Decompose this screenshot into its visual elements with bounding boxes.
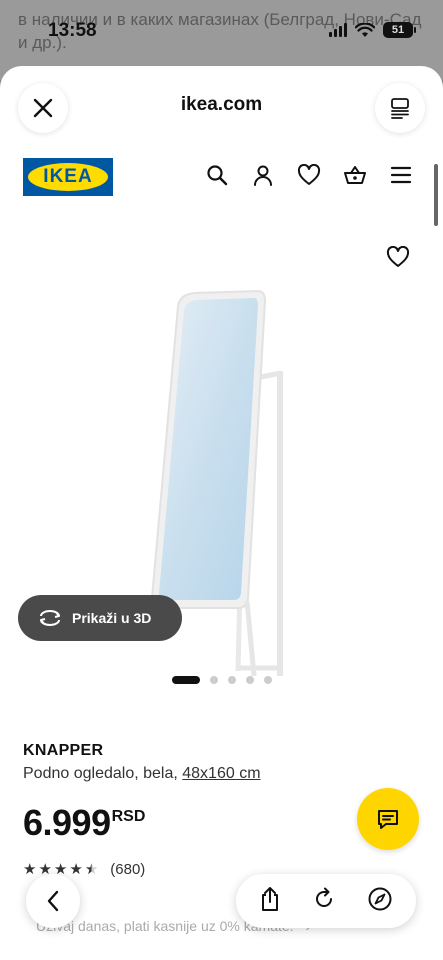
hamburger-menu-icon	[390, 166, 412, 184]
price-currency: RSD	[111, 808, 146, 825]
heart-icon	[386, 245, 410, 267]
view-3d-label: Prikaži u 3D	[72, 610, 152, 626]
star-icon: ★	[23, 861, 37, 878]
status-bar: 13:58 51	[0, 0, 443, 44]
nav-icons	[205, 163, 413, 187]
sheet-header: ikea.com	[0, 66, 443, 150]
shopping-basket-icon	[344, 166, 366, 184]
status-time: 13:58	[48, 20, 97, 41]
chat-button[interactable]	[357, 788, 419, 850]
gallery-pagination	[0, 676, 443, 684]
cellular-signal-icon	[329, 23, 347, 37]
gallery-dot[interactable]	[209, 676, 218, 684]
product-description: Podno ogledalo, bela, 48x160 cm	[23, 765, 261, 783]
logo-oval: IKEA	[28, 163, 108, 191]
chat-icon	[378, 810, 398, 829]
view-3d-button[interactable]: Prikaži u 3D	[18, 595, 182, 641]
reload-button[interactable]	[312, 887, 336, 916]
wifi-icon	[355, 22, 375, 37]
product-image-gallery[interactable]: Prikaži u 3D	[0, 216, 443, 676]
share-icon	[262, 886, 279, 911]
reader-icon	[391, 98, 409, 119]
product-type: Podno ogledalo, bela,	[23, 765, 178, 782]
chevron-left-icon	[47, 890, 59, 912]
share-button[interactable]	[259, 886, 281, 917]
half-star-icon: ★	[84, 861, 99, 878]
review-count: (680)	[110, 860, 146, 878]
compass-button[interactable]	[367, 886, 393, 917]
search-button[interactable]	[205, 163, 229, 187]
site-navbar: IKEA	[0, 154, 443, 202]
browser-sheet: ikea.com IKEA Prikaži u 3D KNAPPER Podno…	[0, 66, 443, 960]
menu-button[interactable]	[389, 163, 413, 187]
account-button[interactable]	[251, 163, 275, 187]
favorite-button[interactable]	[386, 245, 410, 273]
gallery-dot[interactable]	[263, 676, 272, 684]
reader-mode-button[interactable]	[375, 83, 425, 133]
back-button[interactable]	[26, 874, 80, 928]
gallery-dot[interactable]	[171, 676, 200, 684]
price-value: 6.999	[23, 802, 111, 843]
product-price: 6.999 RSD	[23, 802, 145, 844]
ikea-logo[interactable]: IKEA	[23, 158, 113, 196]
product-name: KNAPPER	[23, 742, 104, 759]
search-icon	[207, 165, 228, 186]
star-icon: ★	[69, 861, 83, 878]
heart-icon	[297, 164, 321, 185]
gallery-dot[interactable]	[245, 676, 254, 684]
gallery-dot[interactable]	[227, 676, 236, 684]
product-size-link[interactable]: 48x160 cm	[182, 765, 260, 782]
compass-icon	[368, 887, 392, 910]
browser-toolbar	[236, 874, 416, 928]
battery-icon: 51	[383, 22, 416, 38]
rotate-3d-icon	[40, 610, 60, 626]
status-icons: 51	[329, 22, 416, 38]
wishlist-button[interactable]	[297, 163, 321, 187]
cart-button[interactable]	[343, 163, 367, 187]
logo-text: IKEA	[43, 166, 93, 187]
user-icon	[254, 165, 272, 186]
reload-icon	[315, 887, 332, 907]
